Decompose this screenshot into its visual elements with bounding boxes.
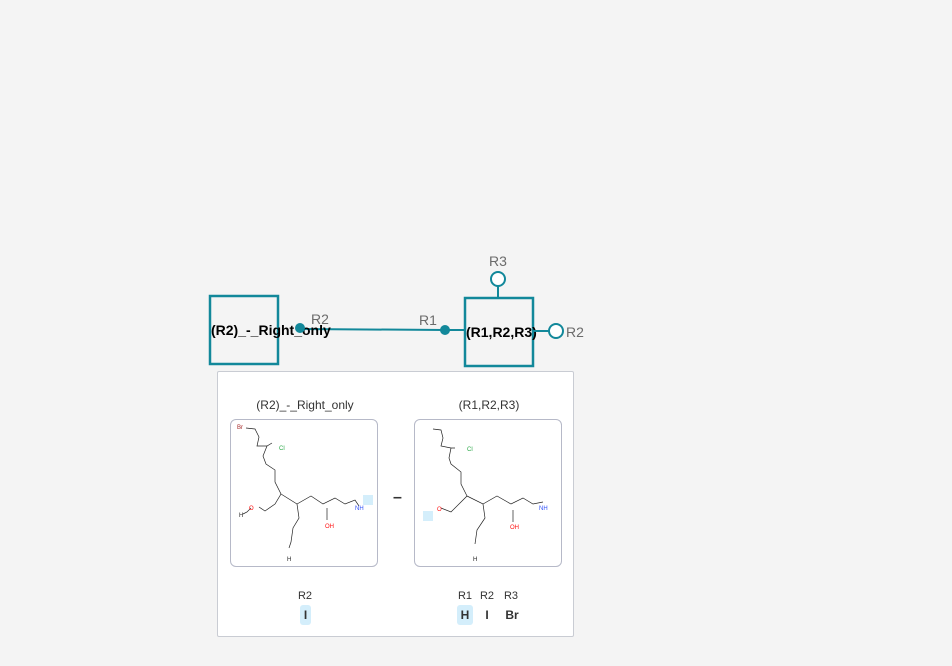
monomer-right-label: (R1,R2,R3) — [466, 324, 537, 340]
atom-label-cl: Cl — [279, 446, 285, 452]
ap-value-r2: I — [485, 608, 489, 622]
ap-value-r1: H — [457, 605, 473, 625]
preview-left-structure: Br Cl O H NH OH H — [230, 419, 378, 567]
preview-left-title: (R2)_-_Right_only — [256, 398, 354, 412]
attachment-point-right-r3[interactable] — [490, 271, 506, 287]
monomer-left[interactable]: (R2)_-_Right_only — [208, 294, 331, 366]
attachment-label-right-r3: R3 — [489, 253, 507, 269]
ap-header-r3: R3 — [503, 590, 519, 602]
monomer-preview-panel: (R2)_-_Right_only Br Cl O H NH OH H R2 I… — [217, 371, 574, 637]
attachment-label-left-r2: R2 — [311, 311, 329, 327]
atom-label-nh: NH — [539, 506, 548, 512]
atom-label-oh: OH — [510, 525, 519, 531]
attachment-point-right-r1[interactable] — [440, 325, 450, 335]
attachment-point-right-r2[interactable] — [548, 323, 564, 339]
atom-label-o: O — [249, 506, 254, 512]
atom-label-br: Br — [237, 425, 243, 431]
atom-label-h: H — [287, 557, 291, 563]
attachment-label-right-r2: R2 — [566, 324, 584, 340]
atom-label-h: H — [473, 557, 477, 563]
preview-separator: – — [393, 489, 402, 506]
atom-label-o: O — [437, 507, 442, 513]
ap-value-r2: I — [300, 605, 311, 625]
atom-label-h: H — [239, 513, 243, 519]
attachment-point-left-r2[interactable] — [295, 323, 305, 333]
preview-right-structure: Cl O NH OH H — [414, 419, 562, 567]
atom-label-oh: OH — [325, 524, 334, 530]
attachment-label-right-r1: R1 — [419, 312, 437, 328]
atom-label-cl: Cl — [467, 447, 473, 453]
ap-header-r2: R2 — [479, 590, 495, 602]
monomer-right[interactable]: (R1,R2,R3) — [463, 296, 537, 368]
preview-right-title: (R1,R2,R3) — [458, 398, 520, 412]
atom-label-nh: NH — [355, 506, 364, 512]
attachment-highlight — [423, 511, 433, 521]
ap-header-r1: R1 — [457, 590, 473, 602]
attachment-highlight — [363, 495, 373, 505]
ap-value-r3: Br — [505, 608, 519, 622]
ap-header-r2: R2 — [297, 590, 313, 602]
